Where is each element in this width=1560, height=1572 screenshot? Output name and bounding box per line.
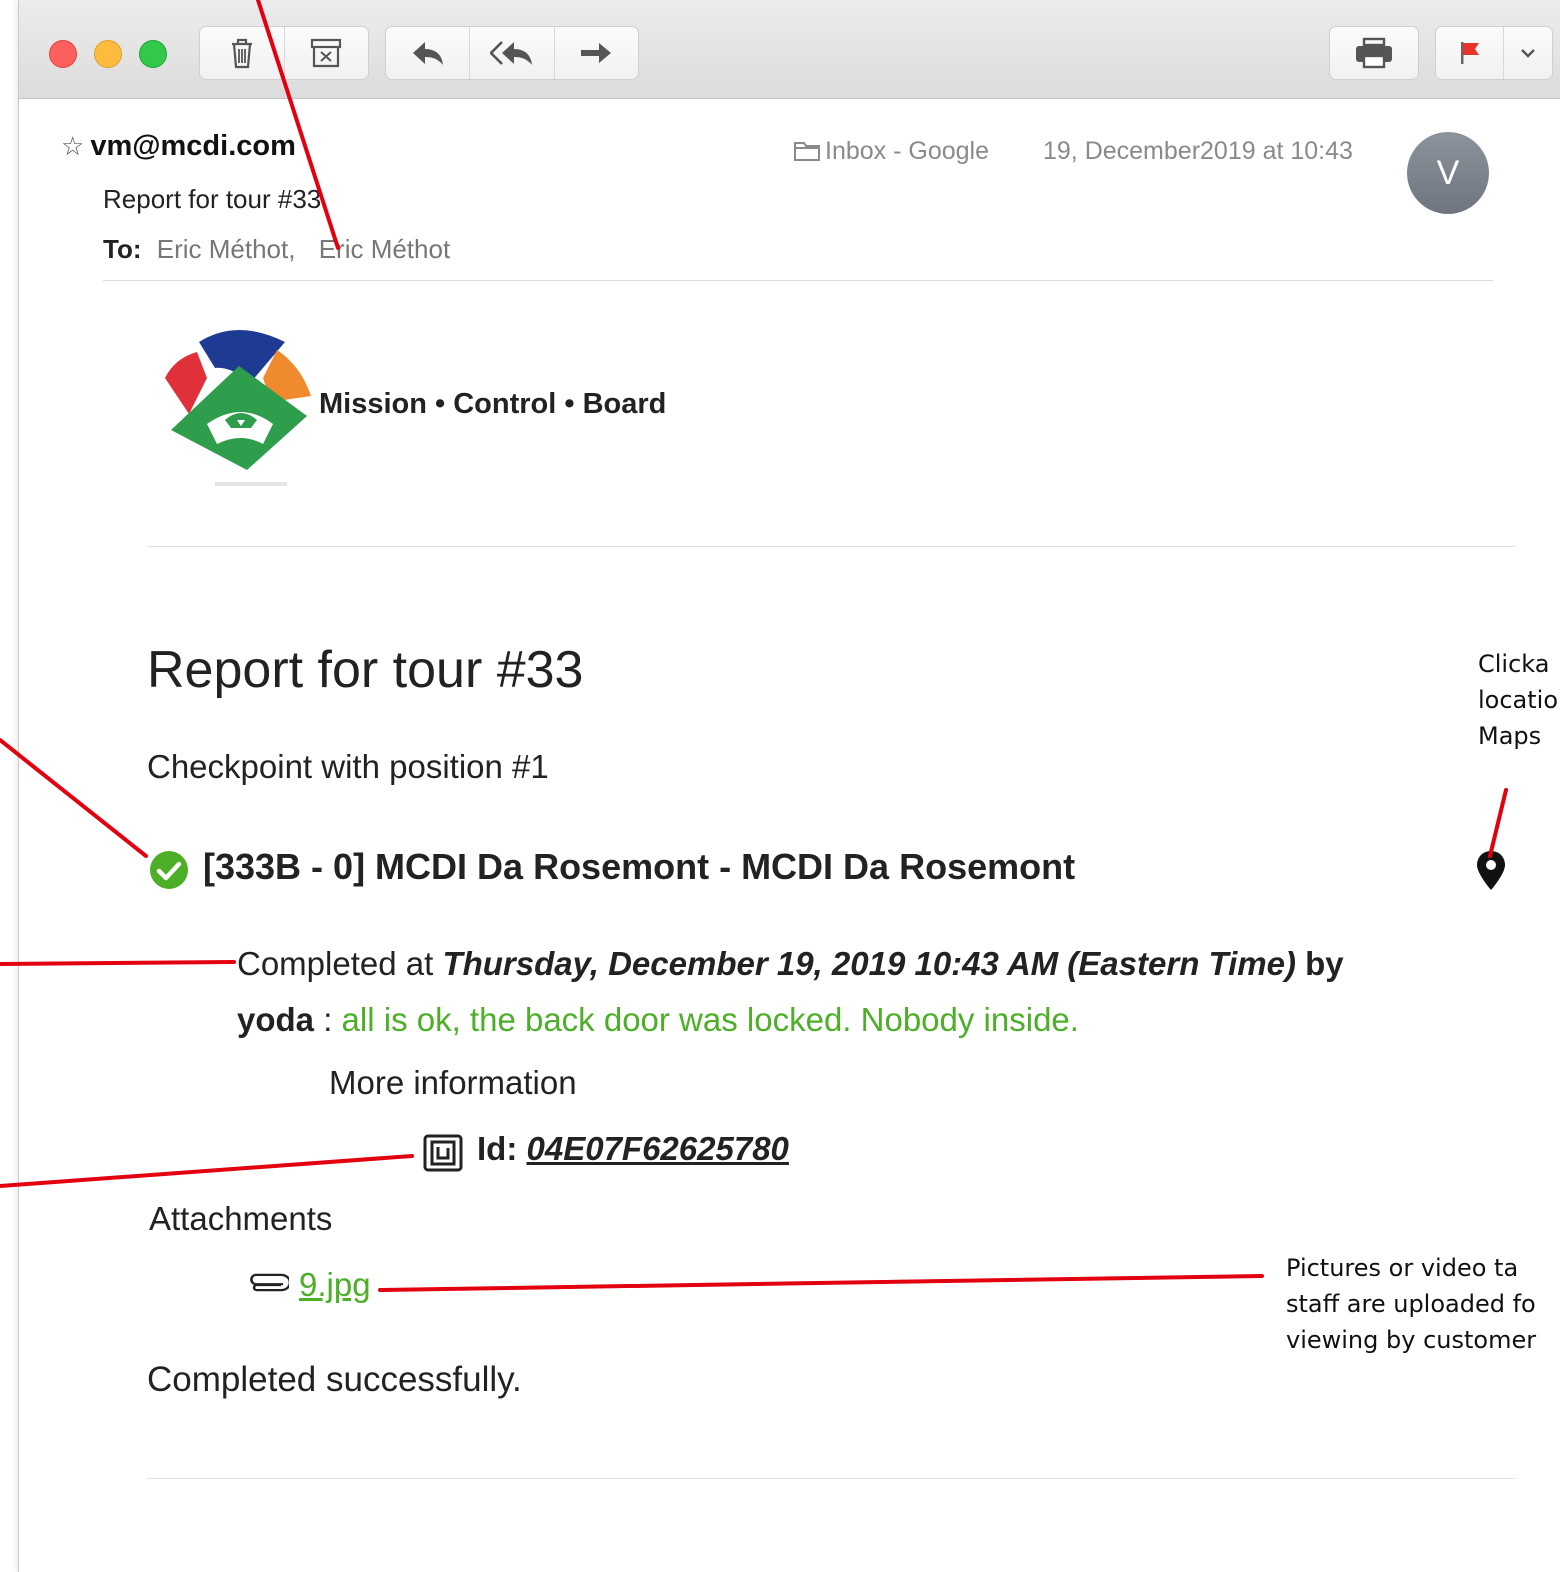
completed-time: Thursday, December 19, 2019 10:43 AM (Ea…	[442, 945, 1296, 982]
zoom-window-button[interactable]	[139, 40, 167, 68]
map-pin-icon[interactable]	[1475, 850, 1507, 892]
callout-line: Maps	[1478, 722, 1542, 750]
media-callout-text: Pictures or video ta staff are uploaded …	[1286, 1250, 1560, 1358]
id-value[interactable]: 04E07F62625780	[527, 1130, 789, 1167]
archive-icon	[311, 38, 342, 68]
completion-status: Completed successfully.	[147, 1360, 522, 1399]
archive-button[interactable]	[283, 27, 369, 79]
map-callout-text: Clicka locatio Maps	[1478, 646, 1560, 754]
print-group	[1329, 26, 1419, 80]
chevron-down-icon	[1521, 49, 1536, 58]
user-name: yoda	[237, 1001, 315, 1038]
callout-line: Pictures or video ta	[1286, 1254, 1519, 1282]
nfc-tag-icon	[423, 1134, 463, 1172]
checkpoint-name: [333B - 0] MCDI Da Rosemont - MCDI Da Ro…	[203, 846, 1076, 887]
divider	[103, 280, 1493, 281]
check-circle-icon	[150, 851, 188, 889]
completed-prefix: Completed at	[237, 945, 434, 982]
recipients: To: Eric Méthot, Eric Méthot	[103, 234, 450, 265]
folder-icon	[794, 142, 820, 161]
attachments-heading: Attachments	[149, 1200, 333, 1237]
forward-button[interactable]	[553, 27, 638, 79]
report-title: Report for tour #33	[147, 641, 584, 699]
flag-icon	[1460, 42, 1479, 64]
divider	[147, 546, 1515, 547]
flag-menu-button[interactable]	[1503, 27, 1552, 79]
completion-details: Completed at Thursday, December 19, 2019…	[237, 936, 1497, 1048]
callout-line: locatio	[1478, 686, 1559, 714]
paperclip-icon	[250, 1273, 289, 1292]
callout-line: Clicka	[1478, 650, 1550, 678]
subject: Report for tour #33	[103, 184, 322, 214]
callout-line: staff are uploaded fo	[1286, 1290, 1536, 1318]
mailbox-label: Inbox - Google	[825, 137, 989, 165]
minimize-window-button[interactable]	[94, 40, 122, 68]
checkpoint-heading: Checkpoint with position #1	[147, 748, 549, 785]
close-window-button[interactable]	[49, 40, 77, 68]
tag-id: Id: 04E07F62625780	[477, 1130, 789, 1168]
mailbox: Inbox - Google	[793, 137, 989, 166]
toolbar	[19, 0, 1560, 99]
callout-line: viewing by customer	[1286, 1326, 1537, 1354]
to-label: To:	[103, 234, 142, 264]
reply-all-button[interactable]	[469, 27, 553, 79]
trash-icon	[231, 38, 252, 69]
mission-control-board-logo	[165, 330, 311, 486]
message-date: 19, December2019 at 10:43	[1043, 137, 1353, 165]
delete-archive-group	[199, 26, 369, 80]
reply-group	[385, 26, 639, 80]
avatar: V	[1407, 132, 1489, 214]
more-information-heading: More information	[329, 1064, 577, 1101]
forward-icon	[581, 43, 612, 63]
by-label: by	[1305, 945, 1344, 982]
reply-icon	[412, 42, 443, 65]
sender-address[interactable]: vm@mcdi.com	[90, 130, 296, 162]
brand-name: Mission • Control • Board	[319, 388, 667, 420]
flag-group	[1435, 26, 1553, 80]
attachment-link[interactable]: 9.jpg	[299, 1266, 371, 1304]
flag-button[interactable]	[1436, 27, 1503, 79]
delete-button[interactable]	[200, 27, 284, 79]
recipient[interactable]: Eric Méthot	[319, 234, 451, 264]
reply-button[interactable]	[386, 27, 469, 79]
divider	[147, 1478, 1515, 1479]
guard-note: all is ok, the back door was locked. Nob…	[341, 1001, 1079, 1038]
separator: :	[323, 1001, 333, 1038]
recipient[interactable]: Eric Méthot,	[157, 234, 296, 264]
print-button[interactable]	[1330, 27, 1418, 79]
reply-all-icon	[489, 41, 532, 65]
print-icon	[1356, 37, 1392, 69]
id-label: Id:	[477, 1130, 518, 1167]
star-icon[interactable]: ☆	[61, 131, 84, 161]
sender[interactable]: ☆ vm@mcdi.com	[61, 130, 296, 163]
